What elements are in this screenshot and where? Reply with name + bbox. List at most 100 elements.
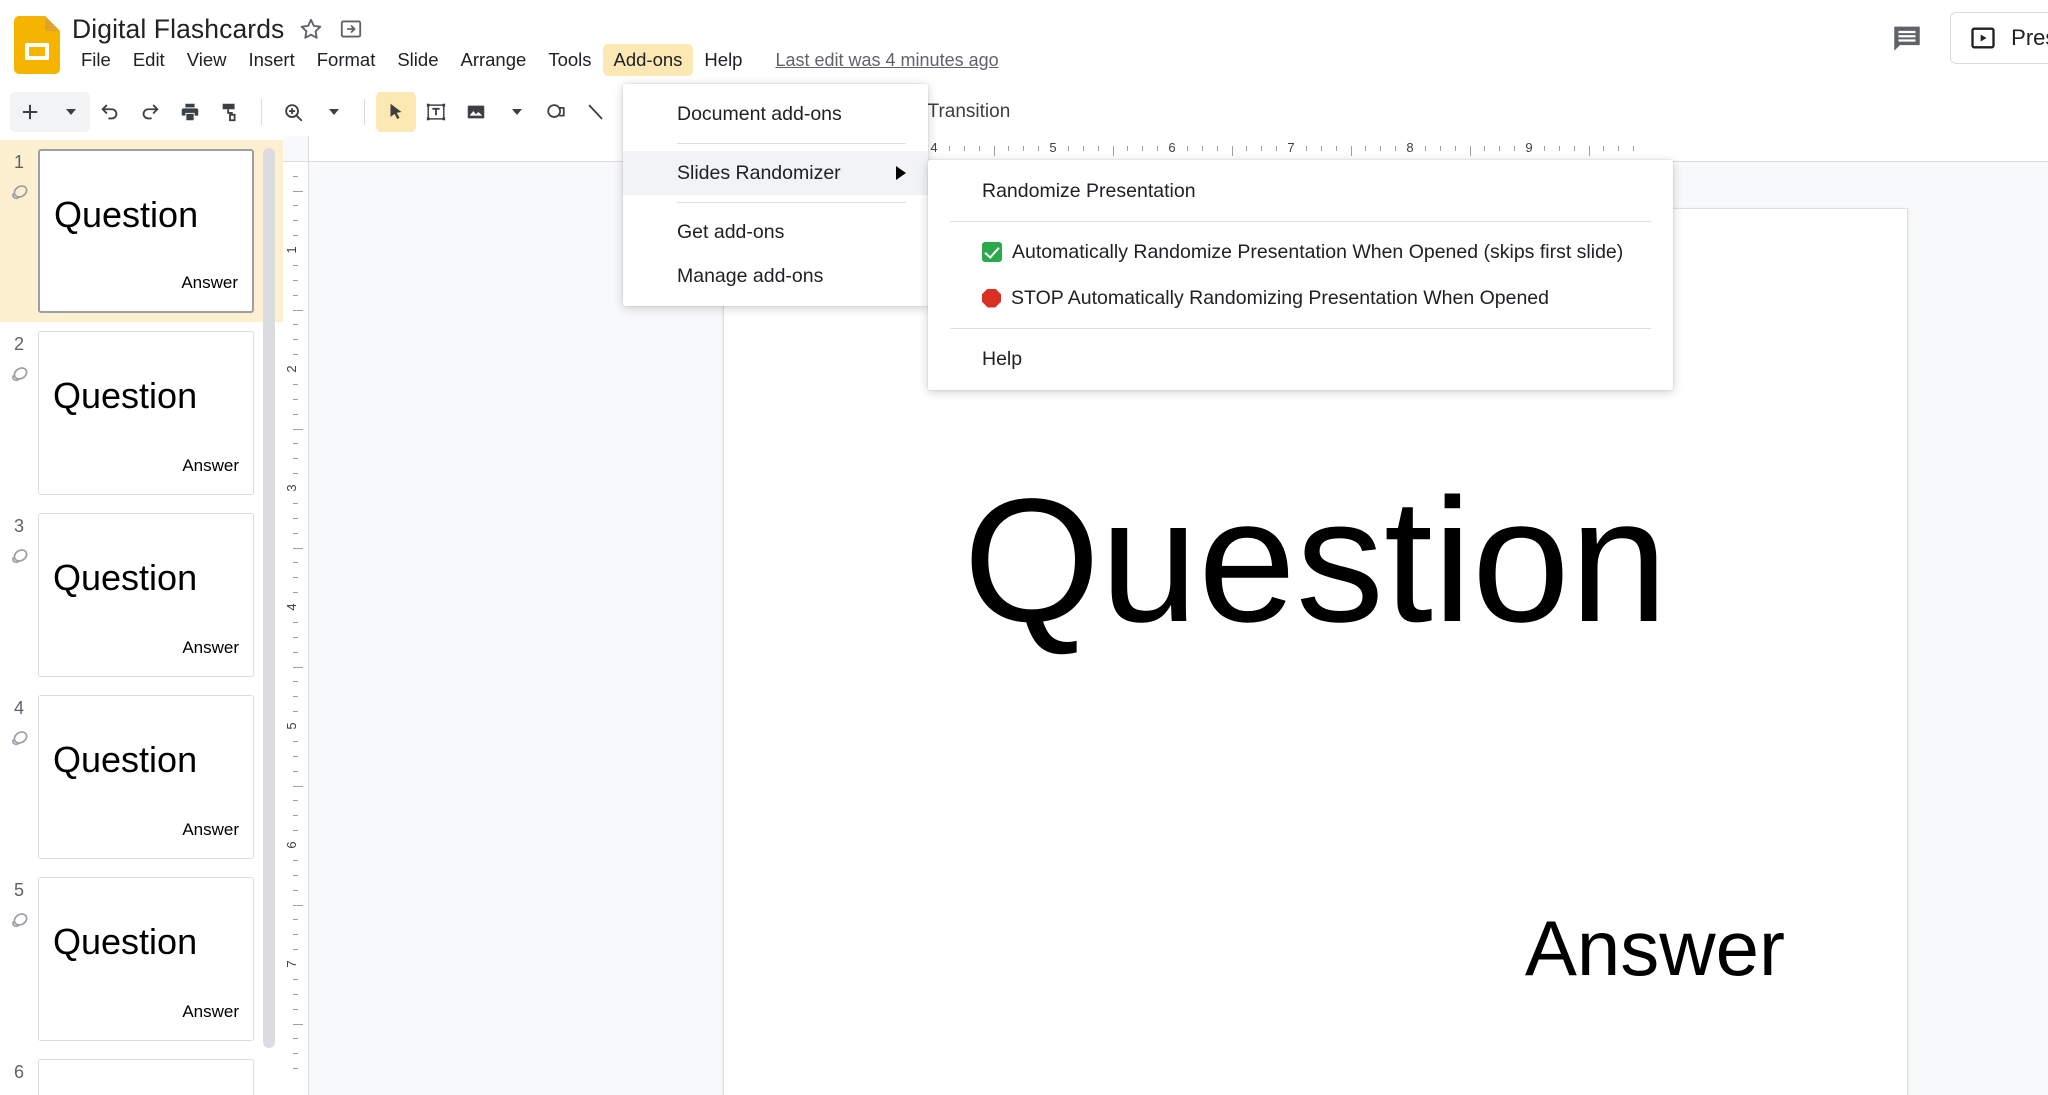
zoom-dropdown-icon[interactable]	[313, 92, 353, 132]
undo-icon[interactable]	[90, 92, 130, 132]
ruler-v-label: 5	[284, 722, 300, 730]
new-slide-dropdown-icon[interactable]	[50, 92, 90, 132]
menu-format[interactable]: Format	[306, 44, 387, 76]
menu-slide[interactable]: Slide	[386, 44, 449, 76]
image-icon[interactable]	[456, 92, 496, 132]
menu-item-get-addons[interactable]: Get add-ons	[623, 210, 928, 254]
thumb-answer-text: Answer	[182, 1002, 239, 1021]
new-slide-icon[interactable]	[10, 92, 50, 132]
canvas-question-text[interactable]: Question	[963, 473, 1667, 649]
slide-meta: 6	[0, 1059, 38, 1081]
transition-icon[interactable]	[7, 181, 31, 205]
comment-history-icon[interactable]	[1890, 21, 1924, 55]
last-edit-link[interactable]: Last edit was 4 minutes ago	[775, 50, 998, 71]
slide-thumbnail[interactable]: Question Answer	[38, 331, 254, 495]
ruler-v-tick	[293, 681, 298, 683]
image-group[interactable]	[456, 92, 536, 132]
ruler-v-label: 3	[284, 484, 300, 492]
text-box-icon[interactable]	[416, 92, 456, 132]
ruler-h-label: 6	[1168, 140, 1176, 155]
ruler-h-tick	[1558, 146, 1560, 151]
slide-thumbnail[interactable]: Question Answer	[38, 1059, 254, 1095]
move-to-folder-icon[interactable]	[338, 16, 364, 42]
menu-addons[interactable]: Add-ons	[602, 44, 694, 76]
present-button[interactable]: Present	[1950, 12, 2048, 64]
ruler-v-label: 1	[284, 246, 300, 254]
filmstrip-slide-4[interactable]: 4 Question Answer	[0, 686, 283, 868]
zoom-icon[interactable]	[273, 92, 313, 132]
submenu-item-auto-randomize[interactable]: Automatically Randomize Presentation Whe…	[928, 229, 1673, 275]
ruler-h-tick	[1618, 146, 1620, 151]
transition-icon[interactable]	[7, 909, 31, 933]
top-right-actions: Present	[1890, 12, 2048, 64]
ruler-h-tick	[1335, 146, 1337, 151]
submenu-item-help[interactable]: Help	[928, 336, 1673, 382]
ruler-h-tick	[1082, 146, 1084, 151]
filmstrip-scrollbar[interactable]	[263, 148, 275, 1048]
select-cursor-icon[interactable]	[376, 92, 416, 132]
ruler-h-tick	[1261, 146, 1263, 151]
ruler-v-tick	[293, 904, 303, 906]
ruler-v-tick	[293, 354, 298, 356]
ruler-h-tick	[1499, 146, 1501, 151]
canvas-answer-text[interactable]: Answer	[1525, 909, 1785, 987]
ruler-v-tick	[293, 696, 298, 698]
menu-view[interactable]: View	[176, 44, 238, 76]
ruler-v-tick	[293, 473, 298, 475]
menu-separator	[950, 328, 1651, 329]
redo-icon[interactable]	[130, 92, 170, 132]
slide-thumbnail[interactable]: Question Answer	[38, 695, 254, 859]
slide-number: 2	[13, 334, 24, 354]
filmstrip-slide-2[interactable]: 2 Question Answer	[0, 322, 283, 504]
toolbar-transition-label[interactable]: Transition	[912, 101, 1027, 123]
ruler-v-tick	[293, 413, 298, 415]
thumb-question-text: Question	[54, 194, 199, 235]
ruler-h-tick	[1365, 146, 1367, 151]
thumb-answer-text: Answer	[181, 273, 238, 292]
slide-thumbnail[interactable]: Question Answer	[38, 877, 254, 1041]
new-slide-group[interactable]	[10, 92, 90, 132]
ruler-v-tick	[293, 443, 298, 445]
ruler-h-tick	[1454, 146, 1456, 151]
menu-help[interactable]: Help	[693, 44, 753, 76]
submenu-item-randomize-presentation[interactable]: Randomize Presentation	[928, 168, 1673, 214]
ruler-v-tick	[293, 919, 298, 921]
menu-item-document-addons[interactable]: Document add-ons	[623, 92, 928, 136]
print-icon[interactable]	[170, 92, 210, 132]
ruler-v-tick	[293, 889, 298, 891]
menu-tools[interactable]: Tools	[537, 44, 602, 76]
ruler-v-tick	[293, 1038, 298, 1040]
ruler-h-tick	[1320, 146, 1322, 151]
slide-thumbnail[interactable]: Question Answer	[38, 149, 254, 313]
submenu-item-stop-auto-randomize[interactable]: STOP Automatically Randomizing Presentat…	[928, 275, 1673, 321]
transition-icon[interactable]	[7, 363, 31, 387]
menu-item-slides-randomizer[interactable]: Slides Randomizer	[623, 151, 928, 195]
filmstrip-slide-6[interactable]: 6 Question Answer	[0, 1050, 283, 1095]
slide-thumbnail[interactable]: Question Answer	[38, 513, 254, 677]
vertical-ruler[interactable]: 1 2 3 4 5 6 7	[283, 162, 309, 1095]
filmstrip-slide-1[interactable]: 1 Question Answer	[0, 140, 283, 322]
image-dropdown-icon[interactable]	[496, 92, 536, 132]
menu-edit[interactable]: Edit	[122, 44, 176, 76]
page-title[interactable]: Digital Flashcards	[72, 14, 284, 45]
filmstrip-slide-3[interactable]: 3 Question Answer	[0, 504, 283, 686]
transition-icon[interactable]	[7, 727, 31, 751]
menu-item-manage-addons[interactable]: Manage add-ons	[623, 254, 928, 298]
ruler-v-tick	[293, 740, 298, 742]
paint-format-icon[interactable]	[210, 92, 250, 132]
green-check-icon	[982, 242, 1002, 262]
transition-icon[interactable]	[7, 545, 31, 569]
google-slides-window: Digital Flashcards File Edit View Insert…	[0, 0, 2048, 1095]
filmstrip-slide-5[interactable]: 5 Question Answer	[0, 868, 283, 1050]
menu-file[interactable]: File	[70, 44, 122, 76]
line-icon[interactable]	[576, 92, 616, 132]
menu-insert[interactable]: Insert	[237, 44, 305, 76]
zoom-group[interactable]	[273, 92, 353, 132]
ruler-v-tick	[293, 592, 298, 594]
ruler-h-tick	[1603, 146, 1605, 151]
shape-icon[interactable]	[536, 92, 576, 132]
star-icon[interactable]	[298, 16, 324, 42]
horizontal-ruler[interactable]: 23456789	[309, 136, 2048, 162]
ruler-v-tick	[293, 502, 298, 504]
menu-arrange[interactable]: Arrange	[449, 44, 537, 76]
